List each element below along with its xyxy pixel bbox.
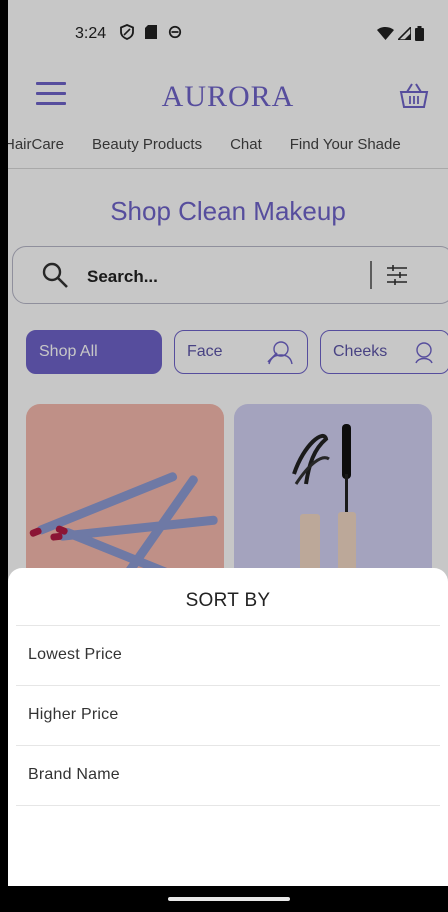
divider — [16, 625, 440, 626]
sort-option-lowest-price[interactable]: Lowest Price — [28, 646, 122, 664]
system-navigation-bar — [0, 886, 448, 912]
sort-option-higher-price[interactable]: Higher Price — [28, 706, 118, 724]
sort-bottom-sheet: SORT BY Lowest Price Higher Price Brand … — [8, 568, 448, 886]
home-indicator[interactable] — [168, 897, 290, 901]
divider — [16, 685, 440, 686]
sort-option-brand-name[interactable]: Brand Name — [28, 766, 120, 784]
divider — [16, 745, 440, 746]
sort-sheet-title: SORT BY — [185, 590, 271, 611]
divider — [16, 805, 440, 806]
app-screen: 3:24 AURORA HairCare Beauty Products Cha — [8, 0, 448, 912]
